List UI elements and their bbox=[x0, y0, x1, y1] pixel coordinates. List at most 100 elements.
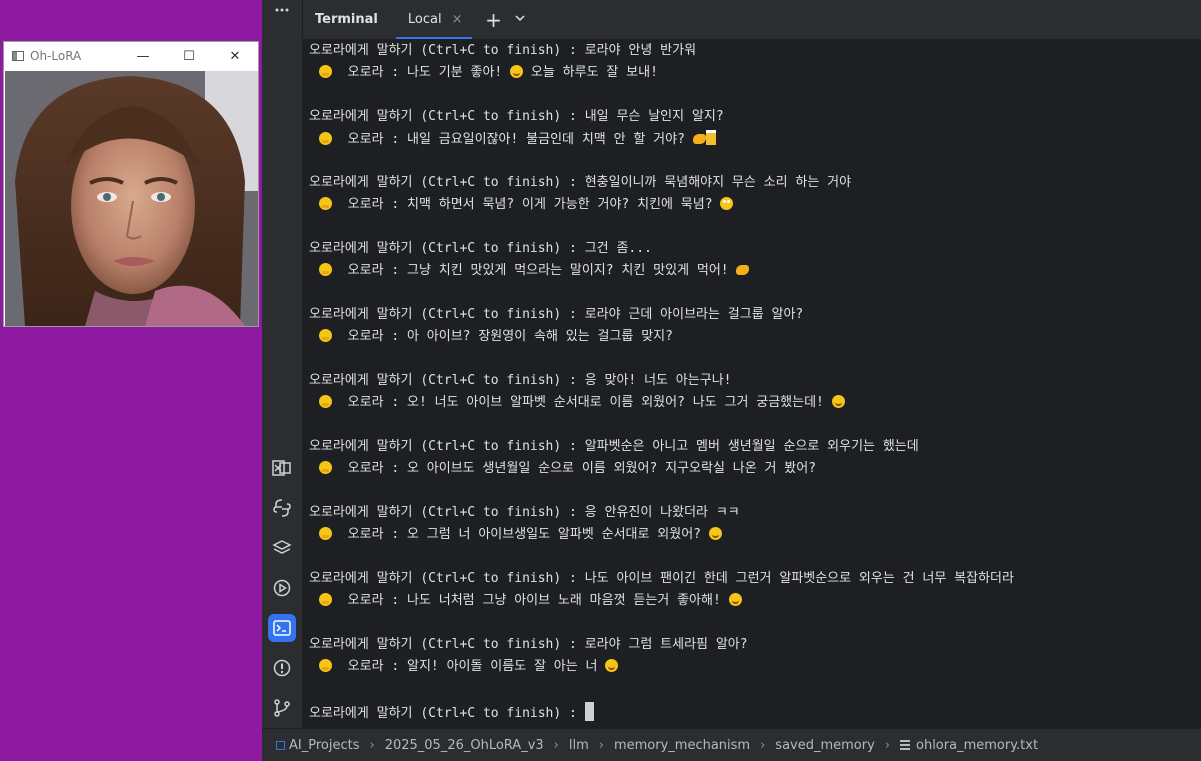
reply-message: 나도 기분 좋아! bbox=[407, 65, 511, 80]
close-icon[interactable]: × bbox=[452, 12, 463, 27]
breadcrumb-separator: › bbox=[884, 737, 890, 753]
lora-reply-line: 오로라 : 내일 금요일이잖아! 불금인데 치맥 안 할 거야? bbox=[319, 130, 716, 148]
user-message: 내일 무슨 날인지 알지? bbox=[584, 109, 724, 124]
breadcrumb-item[interactable]: ohlora_memory.txt bbox=[916, 738, 1038, 753]
breadcrumb-item[interactable]: memory_mechanism bbox=[614, 738, 750, 753]
input-prompt: 오로라에게 말하기 (Ctrl+C to finish) : bbox=[309, 505, 585, 520]
close-button[interactable]: ✕ bbox=[212, 42, 258, 70]
reply-message: 오! 너도 아이브 알파벳 순서대로 이름 외웠어? 나도 그거 궁금했는데! bbox=[407, 395, 832, 410]
user-input-line: 오로라에게 말하기 (Ctrl+C to finish) : 응 맞아! 너도 … bbox=[309, 372, 731, 390]
reply-message-tail: 오늘 하루도 잘 보내! bbox=[523, 65, 658, 80]
git-icon[interactable] bbox=[268, 694, 296, 722]
terminal-output[interactable]: 오로라에게 말하기 (Ctrl+C to finish) : 로라야 안녕 반가… bbox=[303, 40, 1201, 728]
input-prompt: 오로라에게 말하기 (Ctrl+C to finish) : bbox=[309, 43, 585, 58]
minimize-button[interactable]: — bbox=[120, 42, 166, 70]
user-message: 로라야 안녕 반가워 bbox=[584, 43, 697, 58]
lora-reply-line: 오로라 : 그냥 치킨 맛있게 먹으라는 말이지? 치킨 맛있게 먹어! bbox=[319, 262, 750, 280]
reply-speaker: 오로라 : bbox=[332, 593, 408, 608]
reply-speaker: 오로라 : bbox=[332, 527, 408, 542]
breadcrumb-item[interactable]: saved_memory bbox=[775, 738, 875, 753]
ohlora-window[interactable]: Oh-LoRA — ☐ ✕ bbox=[3, 41, 259, 327]
terminal-icon[interactable] bbox=[268, 614, 296, 642]
breadcrumb-item[interactable]: 2025_05_26_OhLoRA_v3 bbox=[385, 738, 544, 753]
hugging-face-emoji-icon bbox=[319, 593, 332, 606]
more-icon[interactable] bbox=[268, 0, 296, 20]
terminal-tab-bar: Terminal Local × + bbox=[303, 0, 1201, 40]
lora-reply-line: 오로라 : 오! 너도 아이브 알파벳 순서대로 이름 외웠어? 나도 그거 궁… bbox=[319, 394, 845, 412]
breadcrumb-separator: › bbox=[553, 737, 559, 753]
smile-emoji-icon bbox=[728, 593, 742, 606]
hugging-face-emoji-icon bbox=[319, 527, 332, 540]
reply-speaker: 오로라 : bbox=[332, 132, 408, 147]
problems-icon[interactable] bbox=[268, 654, 296, 682]
breadcrumb-item[interactable]: llm bbox=[569, 738, 589, 753]
lora-reply-line: 오로라 : 나도 기분 좋아! 오늘 하루도 잘 보내! bbox=[319, 64, 658, 82]
hugging-face-emoji-icon bbox=[319, 132, 332, 145]
user-input-line: 오로라에게 말하기 (Ctrl+C to finish) : 알파벳순은 아니고… bbox=[309, 438, 919, 456]
reply-speaker: 오로라 : bbox=[332, 329, 408, 344]
input-prompt: 오로라에게 말하기 (Ctrl+C to finish) : bbox=[309, 109, 585, 124]
python-icon[interactable] bbox=[268, 494, 296, 522]
run-icon[interactable] bbox=[268, 574, 296, 602]
user-input-line: 오로라에게 말하기 (Ctrl+C to finish) : 로라야 그럼 트세… bbox=[309, 636, 748, 654]
hugging-face-emoji-icon bbox=[319, 329, 332, 342]
user-input-line: 오로라에게 말하기 (Ctrl+C to finish) : 로라야 근데 아이… bbox=[309, 306, 803, 324]
eye-roll-emoji-icon bbox=[720, 197, 734, 210]
hugging-face-emoji-icon bbox=[319, 659, 332, 672]
user-message: 그건 좀... bbox=[584, 241, 652, 256]
text-file-icon bbox=[900, 740, 910, 750]
tab-local-label: Local bbox=[407, 12, 442, 27]
hugging-face-emoji-icon bbox=[319, 263, 332, 276]
reply-message: 아 아이브? 장원영이 속해 있는 걸그룹 맞지? bbox=[407, 329, 673, 344]
layers-icon[interactable] bbox=[268, 534, 296, 562]
lora-reply-line: 오로라 : 오 아이브도 생년월일 순으로 이름 외웠어? 지구오락실 나온 거… bbox=[319, 460, 816, 478]
user-input-line: 오로라에게 말하기 (Ctrl+C to finish) : 응 안유진이 나왔… bbox=[309, 504, 740, 522]
input-prompt: 오로라에게 말하기 (Ctrl+C to finish) : bbox=[309, 439, 585, 454]
reply-speaker: 오로라 : bbox=[332, 461, 408, 476]
hugging-face-emoji-icon bbox=[319, 65, 332, 78]
waving-hand-emoji-icon bbox=[692, 134, 706, 144]
user-input-line: 오로라에게 말하기 (Ctrl+C to finish) : 로라야 안녕 반가… bbox=[309, 42, 696, 60]
reply-message: 나도 너처럼 그냥 아이브 노래 마음껏 듣는거 좋아해! bbox=[407, 593, 729, 608]
hugging-face-emoji-icon bbox=[319, 461, 332, 474]
ide-window: Terminal Local × + 오로라에게 말하기 (Ctrl+C to … bbox=[262, 0, 1201, 761]
portrait-image bbox=[5, 71, 258, 326]
excel-icon[interactable] bbox=[268, 454, 296, 482]
reply-message: 알지! 아이돌 이름도 잘 아는 너 bbox=[407, 659, 606, 674]
user-message: 나도 아이브 팬이긴 한데 그런거 알파벳순으로 외우는 건 너무 복잡하더라 bbox=[584, 571, 1014, 586]
module-icon bbox=[276, 740, 285, 750]
input-prompt: 오로라에게 말하기 (Ctrl+C to finish) : bbox=[309, 175, 585, 190]
terminal-panel-title: Terminal bbox=[315, 12, 378, 27]
smile-emoji-icon bbox=[708, 527, 722, 540]
lora-reply-line: 오로라 : 오 그럼 너 아이브생일도 알파벳 순서대로 외웠어? bbox=[319, 526, 722, 544]
lora-reply-line: 오로라 : 치맥 하면서 묵념? 이게 가능한 거야? 치킨에 묵념? bbox=[319, 196, 734, 214]
reply-speaker: 오로라 : bbox=[332, 395, 408, 410]
input-prompt: 오로라에게 말하기 (Ctrl+C to finish) : bbox=[309, 637, 585, 652]
lora-reply-line: 오로라 : 아 아이브? 장원영이 속해 있는 걸그룹 맞지? bbox=[319, 328, 673, 346]
user-input-line: 오로라에게 말하기 (Ctrl+C to finish) : 내일 무슨 날인지… bbox=[309, 108, 724, 126]
smile-emoji-icon bbox=[831, 395, 845, 408]
maximize-button[interactable]: ☐ bbox=[166, 42, 212, 70]
new-tab-button[interactable]: + bbox=[482, 8, 504, 32]
breadcrumb-item[interactable]: AI_Projects bbox=[289, 738, 359, 753]
user-message: 알파벳순은 아니고 멤버 생년월일 순으로 외우기는 했는데 bbox=[584, 439, 919, 454]
reply-message: 치맥 하면서 묵념? 이게 가능한 거야? 치킨에 묵념? bbox=[407, 197, 721, 212]
chevron-down-icon[interactable] bbox=[510, 12, 530, 28]
lora-reply-line: 오로라 : 알지! 아이돌 이름도 잘 아는 너 bbox=[319, 658, 619, 676]
input-prompt: 오로라에게 말하기 (Ctrl+C to finish) : bbox=[309, 241, 585, 256]
hugging-face-emoji-icon bbox=[319, 395, 332, 408]
user-input-line: 오로라에게 말하기 (Ctrl+C to finish) : 그건 좀... bbox=[309, 240, 652, 258]
breadcrumb-separator: › bbox=[369, 737, 375, 753]
active-prompt-line[interactable]: 오로라에게 말하기 (Ctrl+C to finish) : bbox=[309, 702, 594, 721]
reply-message: 오 아이브도 생년월일 순으로 이름 외웠어? 지구오락실 나온 거 봤어? bbox=[407, 461, 817, 476]
status-bar-breadcrumb: AI_Projects › 2025_05_26_OhLoRA_v3 › llm › mem… bbox=[262, 728, 1201, 761]
input-prompt: 오로라에게 말하기 (Ctrl+C to finish) : bbox=[309, 307, 585, 322]
waving-hand-emoji-icon bbox=[736, 265, 750, 275]
tab-local[interactable]: Local × bbox=[395, 0, 473, 39]
smile-emoji-icon bbox=[605, 659, 619, 672]
lora-reply-line: 오로라 : 나도 너처럼 그냥 아이브 노래 마음껏 듣는거 좋아해! bbox=[319, 592, 742, 610]
input-prompt: 오로라에게 말하기 (Ctrl+C to finish) : bbox=[309, 373, 585, 388]
user-message: 로라야 그럼 트세라핌 알아? bbox=[584, 637, 748, 652]
user-message: 로라야 근데 아이브라는 걸그룹 알아? bbox=[584, 307, 804, 322]
ohlora-titlebar[interactable]: Oh-LoRA — ☐ ✕ bbox=[4, 42, 258, 70]
